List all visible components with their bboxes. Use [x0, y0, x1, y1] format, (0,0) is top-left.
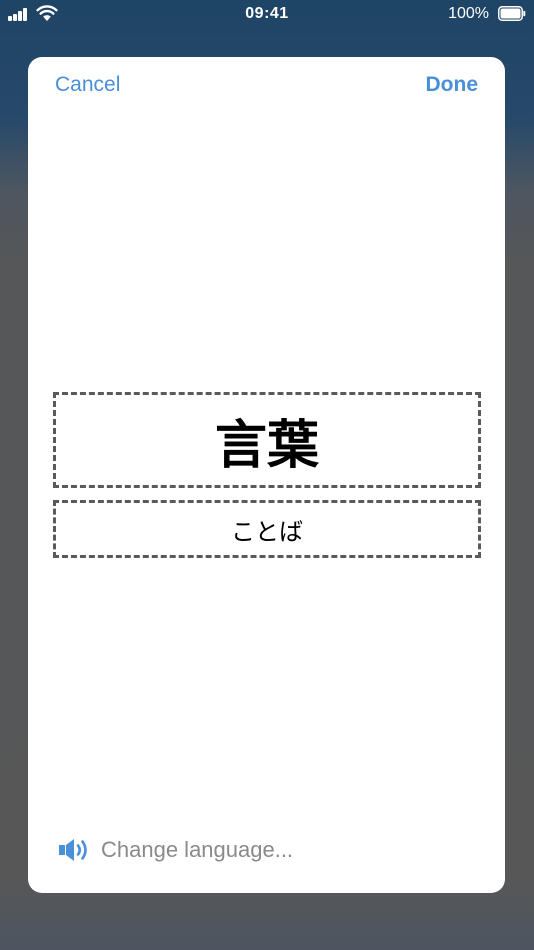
status-bar: 09:41 100% [0, 0, 534, 30]
cancel-button[interactable]: Cancel [55, 73, 120, 97]
battery-full-icon [498, 6, 526, 21]
change-language-button[interactable]: Change language... [58, 835, 293, 865]
speaker-icon [59, 839, 87, 861]
edit-word-sheet: Cancel Done 言葉 ことば Change language... [28, 57, 505, 893]
change-language-label: Change language... [101, 837, 294, 862]
word-field[interactable]: 言葉 [53, 392, 481, 488]
done-button[interactable]: Done [426, 73, 479, 97]
battery-percentage: 100% [448, 5, 489, 22]
reading-field[interactable]: ことば [53, 500, 481, 558]
